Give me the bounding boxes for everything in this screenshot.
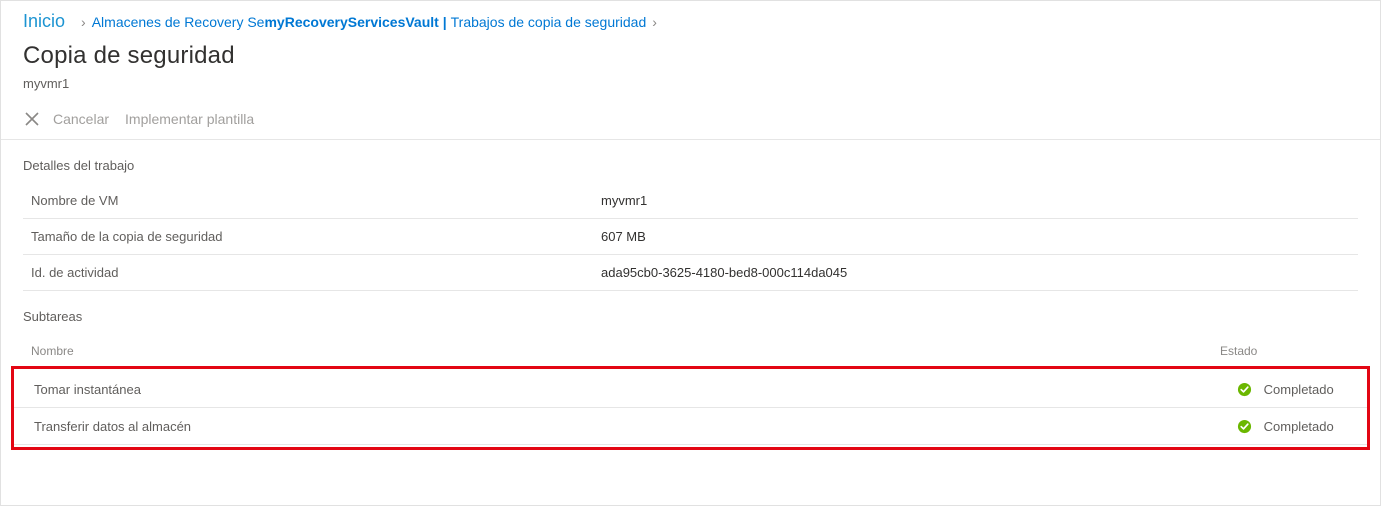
detail-value: 607 MB: [593, 219, 1358, 255]
breadcrumb-home[interactable]: Inicio: [23, 11, 65, 32]
detail-label: Tamaño de la copia de seguridad: [23, 219, 593, 255]
breadcrumb: Inicio › Almacenes de Recovery Se myReco…: [1, 1, 1380, 36]
subtask-name: Transferir datos al almacén: [14, 408, 1217, 445]
toolbar: Cancelar Implementar plantilla: [1, 103, 1380, 140]
section-title-details: Detalles del trabajo: [1, 140, 1380, 183]
detail-label: Nombre de VM: [23, 183, 593, 219]
cancel-button[interactable]: Cancelar: [49, 109, 113, 129]
page-title: Copia de seguridad: [23, 42, 1358, 70]
success-icon: [1237, 419, 1252, 434]
column-header-status: Estado: [1220, 344, 1350, 358]
breadcrumb-item-backupjobs[interactable]: Trabajos de copia de seguridad: [451, 14, 647, 30]
section-title-subtasks: Subtareas: [1, 291, 1380, 334]
detail-label: Id. de actividad: [23, 255, 593, 291]
close-icon[interactable]: [23, 110, 41, 128]
highlight-box: Tomar instantánea Completado Transferir …: [11, 366, 1370, 450]
table-row: Nombre de VM myvmr1: [23, 183, 1358, 219]
breadcrumb-item-vaults[interactable]: Almacenes de Recovery Se: [92, 14, 265, 30]
success-icon: [1237, 382, 1252, 397]
page-subtitle: myvmr1: [1, 70, 1380, 103]
chevron-right-icon: ›: [652, 14, 657, 30]
detail-value: myvmr1: [593, 183, 1358, 219]
deploy-template-button[interactable]: Implementar plantilla: [121, 109, 258, 129]
subtasks-table: Tomar instantánea Completado Transferir …: [14, 371, 1367, 445]
details-table: Nombre de VM myvmr1 Tamaño de la copia d…: [23, 183, 1358, 291]
table-row: Transferir datos al almacén Completado: [14, 408, 1367, 445]
table-row: Tomar instantánea Completado: [14, 371, 1367, 408]
status-text: Completado: [1264, 419, 1334, 434]
column-header-name: Nombre: [31, 344, 1220, 358]
breadcrumb-item-vaultname[interactable]: myRecoveryServicesVault |: [264, 14, 446, 30]
status-text: Completado: [1264, 382, 1334, 397]
detail-value: ada95cb0-3625-4180-bed8-000c114da045: [593, 255, 1358, 291]
subtask-status: Completado: [1217, 408, 1367, 445]
subtask-status: Completado: [1217, 371, 1367, 408]
table-row: Tamaño de la copia de seguridad 607 MB: [23, 219, 1358, 255]
subtask-name: Tomar instantánea: [14, 371, 1217, 408]
chevron-right-icon: ›: [81, 14, 86, 30]
table-row: Id. de actividad ada95cb0-3625-4180-bed8…: [23, 255, 1358, 291]
subtasks-header: Nombre Estado: [1, 334, 1380, 366]
